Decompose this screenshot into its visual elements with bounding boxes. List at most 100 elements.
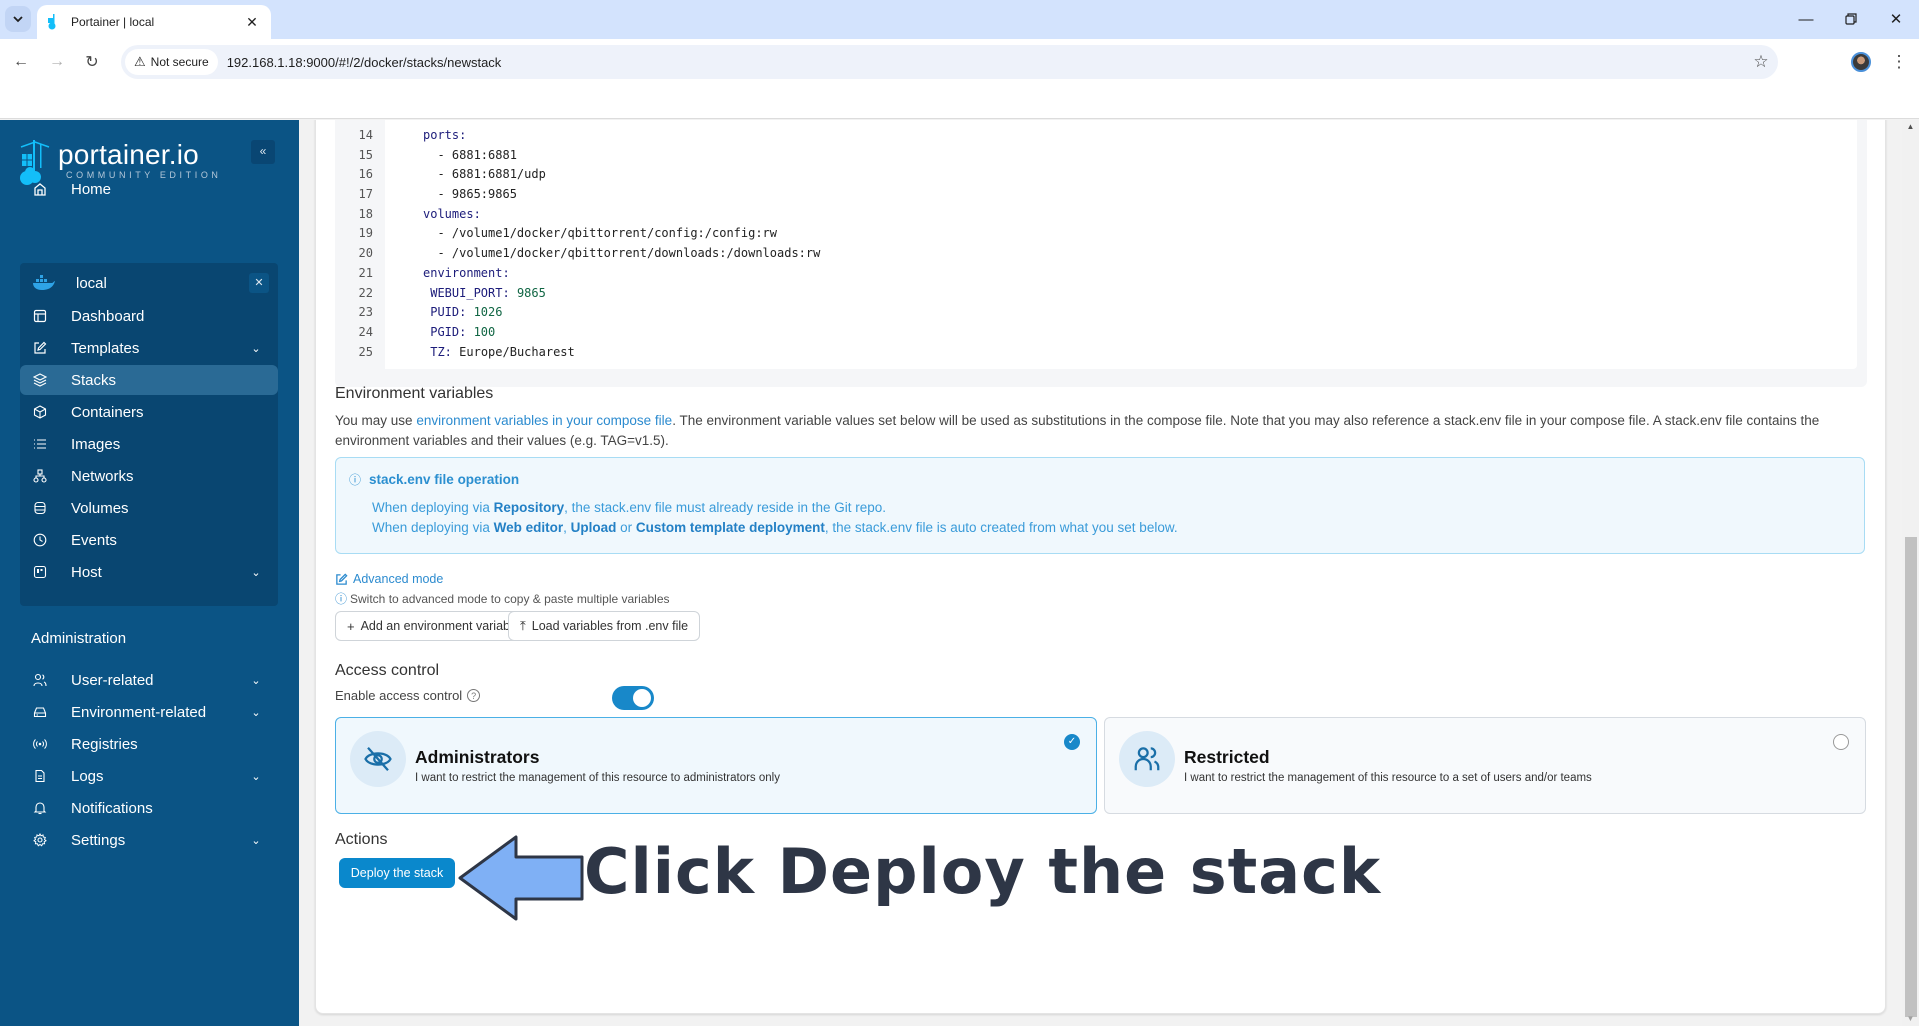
sidebar-item-dashboard[interactable]: Dashboard — [20, 301, 278, 331]
sidebar-item-containers[interactable]: Containers — [20, 397, 278, 427]
sidebar-item-label: Volumes — [71, 499, 129, 517]
yaml-value: - 6881:6881 — [437, 147, 517, 162]
access-option-restricted[interactable]: Restricted I want to restrict the manage… — [1104, 717, 1866, 814]
line-number: 14 — [358, 128, 373, 142]
close-environment-button[interactable]: ✕ — [249, 273, 269, 293]
page-scrollbar[interactable]: ▲ ▼ — [1902, 120, 1919, 1026]
advanced-mode-link[interactable]: Advanced mode — [335, 572, 443, 586]
access-control-heading: Access control — [335, 662, 440, 679]
gear-icon — [30, 833, 50, 847]
tab-close-icon[interactable]: ✕ — [243, 14, 261, 31]
option-description: I want to restrict the management of thi… — [1184, 772, 1592, 784]
forward-button[interactable]: → — [44, 49, 70, 75]
layers-icon — [30, 373, 50, 387]
code-line: PUID: 1026 — [423, 303, 1857, 323]
sidebar-item-settings[interactable]: Settings ⌄ — [20, 825, 278, 855]
chevron-down-icon: ⌄ — [251, 834, 261, 847]
back-button[interactable]: ← — [8, 49, 34, 75]
chevron-down-icon: ⌄ — [251, 706, 261, 719]
sidebar-item-volumes[interactable]: Volumes — [20, 493, 278, 523]
url-text[interactable]: 192.168.1.18:9000/#!/2/docker/stacks/new… — [227, 55, 1744, 70]
upload-icon: ⤒ — [520, 618, 526, 633]
environment-header: local ✕ — [20, 263, 278, 303]
scrollbar-thumb[interactable] — [1905, 537, 1917, 1017]
sidebar-item-stacks[interactable]: Stacks — [20, 365, 278, 395]
code-line: TZ: Europe/Bucharest — [423, 343, 1857, 363]
sidebar-item-home[interactable]: Home — [20, 174, 278, 204]
administration-heading: Administration — [31, 630, 127, 647]
main-content: 14 15 16 17 18 19 20 21 22 23 24 25 ports: - 6881:6… — [299, 120, 1902, 1026]
info-circle-icon: ⓘ — [349, 473, 362, 487]
sidebar-item-networks[interactable]: Networks — [20, 461, 278, 491]
actions-heading: Actions — [335, 831, 388, 848]
toggle-knob — [633, 689, 651, 707]
help-icon[interactable]: ? — [467, 689, 481, 702]
yaml-value: - /volume1/docker/qbittorrent/downloads:… — [437, 246, 821, 261]
load-env-file-button[interactable]: ⤒ Load variables from .env file — [508, 611, 701, 641]
yaml-key: ports: — [423, 128, 467, 142]
sidebar-item-host[interactable]: Host ⌄ — [20, 557, 278, 587]
tab-search-button[interactable] — [5, 6, 31, 32]
access-option-administrators[interactable]: Administrators I want to restrict the ma… — [335, 717, 1097, 814]
line-number: 18 — [358, 206, 373, 221]
window-close-icon[interactable]: ✕ — [1876, 6, 1916, 32]
yaml-value: - 9865:9865 — [437, 187, 517, 202]
browser-tab[interactable]: Portainer | local ✕ — [37, 5, 271, 39]
sidebar-item-images[interactable]: Images — [20, 429, 278, 459]
sidebar-item-registries[interactable]: Registries — [20, 729, 278, 759]
env-vars-docs-link[interactable]: environment variables in your compose fi… — [416, 413, 672, 428]
info-title: ⓘ stack.env file operation — [349, 471, 519, 488]
environment-name: local — [76, 274, 107, 292]
line-number: 19 — [358, 226, 373, 241]
reload-button[interactable]: ↻ — [79, 49, 105, 75]
address-bar[interactable]: ⚠ Not secure 192.168.1.18:9000/#!/2/dock… — [121, 45, 1778, 79]
add-env-variable-button[interactable]: + Add an environment variable — [335, 611, 532, 641]
code-lines[interactable]: ports: - 6881:6881 - 6881:6881/udp - 986… — [385, 120, 1857, 369]
collapse-sidebar-button[interactable]: « — [251, 140, 275, 164]
advanced-mode-hint: ⓘ Switch to advanced mode to copy & paste… — [335, 592, 670, 606]
sidebar-item-label: Images — [71, 435, 121, 453]
sidebar-item-label: Host — [71, 563, 102, 581]
sidebar-item-logs[interactable]: Logs ⌄ — [20, 761, 278, 791]
avatar[interactable] — [1851, 52, 1871, 72]
radio-button[interactable] — [1833, 734, 1849, 750]
database-icon — [30, 501, 50, 515]
list-icon — [30, 437, 50, 451]
annotation-arrow-icon — [458, 835, 584, 921]
sidebar-item-events[interactable]: Events — [20, 525, 278, 555]
arrow-left-icon: ← — [13, 53, 29, 70]
box-icon — [30, 405, 50, 419]
option-title: Administrators — [415, 747, 540, 767]
sidebar-item-notifications[interactable]: Notifications — [20, 793, 278, 823]
arrow-right-icon: → — [49, 53, 65, 70]
yaml-key: PGID: — [430, 324, 467, 339]
code-line: WEBUI_PORT: 9865 — [423, 284, 1857, 304]
environment-panel: local ✕ Dashboard Templates ⌄ Stacks Con… — [20, 263, 278, 606]
yaml-value: - /volume1/docker/qbittorrent/config:/co… — [437, 226, 778, 241]
sidebar-item-label: Containers — [71, 403, 144, 421]
yaml-key: PUID: — [430, 305, 467, 320]
minimize-icon[interactable]: — — [1786, 6, 1826, 32]
check-circle-icon: ✓ — [1064, 734, 1080, 750]
line-numbers: 14 15 16 17 18 19 20 21 22 23 24 25 — [345, 120, 385, 369]
restore-icon[interactable] — [1831, 6, 1871, 32]
deploy-stack-button[interactable]: Deploy the stack — [339, 858, 455, 888]
line-number: 22 — [358, 285, 373, 300]
portainer-favicon-icon — [48, 14, 56, 30]
yaml-value: 100 — [466, 324, 496, 339]
info-title-text: stack.env file operation — [369, 472, 520, 487]
security-label: Not secure — [150, 55, 209, 69]
scroll-down-arrow-icon[interactable]: ▼ — [1902, 1012, 1919, 1026]
sidebar-item-label: Events — [71, 531, 117, 549]
code-line: - 6881:6881 — [423, 146, 1857, 166]
scroll-up-arrow-icon[interactable]: ▲ — [1902, 120, 1919, 134]
star-icon[interactable]: ☆ — [1744, 52, 1778, 72]
yaml-value: Europe/Bucharest — [451, 344, 575, 359]
sidebar-item-user-related[interactable]: User-related ⌄ — [20, 665, 278, 695]
access-control-toggle[interactable] — [612, 686, 654, 710]
kebab-menu-icon[interactable]: ⋮ — [1889, 49, 1909, 75]
sidebar-item-templates[interactable]: Templates ⌄ — [20, 333, 278, 363]
compose-editor[interactable]: 14 15 16 17 18 19 20 21 22 23 24 25 ports: - 6881:6… — [345, 120, 1857, 369]
sidebar-item-environment-related[interactable]: Environment-related ⌄ — [20, 697, 278, 727]
security-indicator[interactable]: ⚠ Not secure — [125, 49, 218, 75]
